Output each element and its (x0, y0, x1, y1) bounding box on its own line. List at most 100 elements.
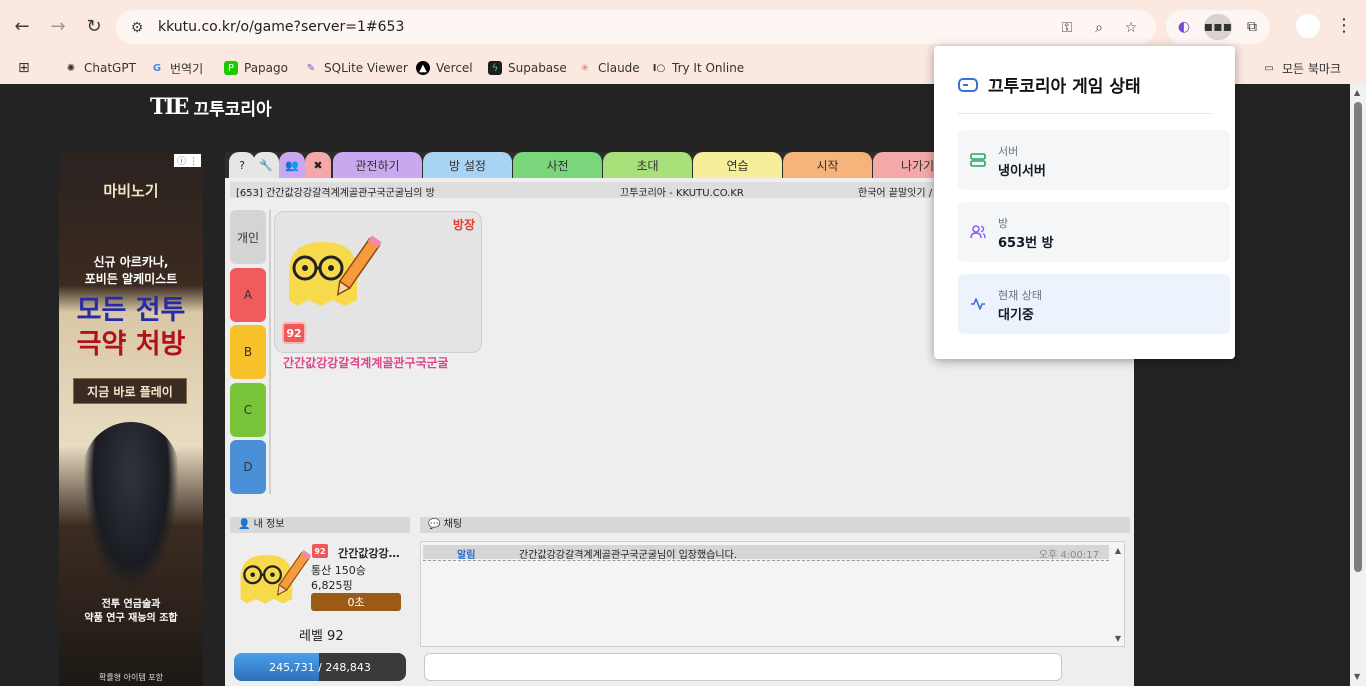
tab-practice[interactable]: 연습 (693, 152, 782, 178)
player-avatar (289, 235, 382, 306)
ad-caption-line: 약품 연구 재능의 조합 (84, 613, 178, 624)
popup-title-text: 끄투코리아 게임 상태 (988, 77, 1141, 97)
block-user-icon[interactable]: ✖ (305, 152, 331, 178)
bookmark-tio[interactable]: I○ Try It Online (652, 57, 744, 79)
chat-scroll-down-icon[interactable]: ▼ (1115, 634, 1121, 643)
profile-avatar[interactable] (1296, 14, 1320, 38)
chat-divider (423, 560, 1109, 561)
address-bar[interactable]: ⚙ kkutu.co.kr/o/game?server=1#653 ⚿ ⌕ ☆ (116, 10, 1156, 44)
scroll-down-icon[interactable]: ▼ (1354, 672, 1360, 681)
apps-grid-icon[interactable]: ⊞ (18, 57, 30, 79)
popup-title: 끄투코리아 게임 상태 (958, 72, 1141, 97)
advertisement-banner[interactable]: ⓘ ⋮ 마비노기 신규 아르카나, 포비든 알케미스트 모든 전투 극약 처방 … (59, 152, 203, 686)
zoom-icon[interactable]: ⌕ (1090, 19, 1108, 37)
back-arrow-icon[interactable]: ← (10, 14, 34, 38)
tab-start[interactable]: 시작 (783, 152, 872, 178)
forward-arrow-icon[interactable]: → (46, 14, 70, 38)
my-points: 6,825핑 (311, 579, 353, 592)
my-wins: 통산 150승 (311, 564, 366, 577)
exp-text: 245,731 / 248,843 (269, 660, 371, 674)
room-value: 653번 방 (998, 236, 1054, 251)
bookmark-star-icon[interactable]: ☆ (1122, 19, 1140, 37)
bookmark-papago[interactable]: P Papago (224, 57, 288, 79)
person-icon: 👤 (238, 519, 254, 530)
papago-icon: P (224, 61, 238, 75)
extension-c-icon[interactable]: ◐ (1170, 14, 1198, 40)
gamepad-icon (958, 77, 978, 92)
reload-icon[interactable]: ↻ (82, 14, 106, 38)
player-level-badge: 92 (282, 322, 306, 344)
team-d[interactable]: D (230, 440, 266, 494)
host-tag: 방장 (452, 218, 475, 232)
bookmark-label: Vercel (436, 61, 473, 75)
extensions-area: ◐ ▪▪▪ ⧉ (1166, 10, 1270, 44)
claude-icon: ✳ (580, 62, 590, 74)
bookmark-claude[interactable]: ✳ Claude (578, 57, 640, 79)
site-info-icon[interactable]: ⚙ (128, 19, 146, 37)
ad-title-line: 극약 처방 (76, 329, 186, 360)
tab-dictionary[interactable]: 사전 (513, 152, 602, 178)
status-card: 현재 상태 대기중 (958, 274, 1230, 334)
site-logo[interactable]: TIE 끄투코리아 (150, 94, 272, 120)
supabase-icon: ϟ (488, 61, 502, 75)
room-card: 방 653번 방 (958, 202, 1230, 262)
tab-spectate[interactable]: 관전하기 (333, 152, 422, 178)
friends-icon[interactable]: 👥 (279, 152, 305, 178)
help-icon[interactable]: ? (229, 152, 255, 178)
room-title: [653] 간간값강강갈격계계골관구국군굴님의 방 (236, 188, 435, 199)
tab-room-settings[interactable]: 방 설정 (423, 152, 512, 178)
team-c[interactable]: C (230, 383, 266, 437)
chat-bubble-icon: 💬 (428, 519, 444, 530)
bookmark-chatgpt[interactable]: ✺ ChatGPT (64, 57, 136, 79)
ad-footer: 확률형 아이템 포함 (99, 673, 163, 682)
bookmark-label: ChatGPT (84, 61, 136, 75)
scrollbar-thumb[interactable] (1354, 102, 1362, 572)
chat-input[interactable] (424, 653, 1062, 681)
team-a[interactable]: A (230, 268, 266, 322)
bookmark-translator[interactable]: G 번역기 (150, 57, 203, 79)
chat-panel: 💬 채팅 알림 간간값강강갈격계계골관구국군굴님이 입장했습니다. 오후 4:0… (420, 517, 1130, 686)
all-bookmarks-button[interactable]: ▭ 모든 북마크 (1262, 57, 1341, 79)
room-label: 방 (998, 217, 1009, 230)
chat-message-text: 간간값강강갈격계계골관구국군굴님이 입장했습니다. (519, 550, 737, 561)
server-card: 서버 냉이서버 (958, 130, 1230, 190)
chat-log[interactable]: 알림 간간값강강갈격계계골관구국군굴님이 입장했습니다. 오후 4:00:17 … (420, 541, 1125, 647)
puzzle-icon[interactable]: ⧉ (1238, 14, 1266, 40)
my-money: 0초 (311, 593, 401, 611)
ad-title: 모든 전투 극약 처방 (59, 294, 203, 362)
chat-message-time: 오후 4:00:17 (1038, 550, 1099, 561)
key-icon[interactable]: ⚿ (1058, 19, 1076, 37)
ad-info-icon[interactable]: ⓘ ⋮ (174, 154, 201, 167)
my-info-panel: 👤 내 정보 92 간간값강강갈격계계골관구국군굴 통산 150승 6,825핑… (230, 517, 410, 681)
ad-brand: 마비노기 (103, 182, 159, 200)
ad-title-line: 모든 전투 (76, 295, 186, 326)
bookmark-sqlite[interactable]: ✎ SQLite Viewer (304, 57, 408, 79)
scroll-up-icon[interactable]: ▲ (1354, 88, 1360, 97)
logo-mark: TIE (150, 94, 189, 120)
team-solo[interactable]: 개인 (230, 210, 266, 264)
tab-invite[interactable]: 초대 (603, 152, 692, 178)
ad-caption: 전투 연금술과 약품 연구 재능의 조합 (59, 598, 203, 626)
url-text[interactable]: kkutu.co.kr/o/game?server=1#653 (158, 19, 404, 35)
ad-caption-line: 전투 연금술과 (101, 599, 161, 610)
ad-play-button[interactable]: 지금 바로 플레이 (73, 378, 187, 404)
browser-menu-icon[interactable]: ⋮ (1334, 14, 1354, 38)
page-scrollbar[interactable]: ▲ ▼ (1350, 84, 1366, 686)
exp-bar: 245,731 / 248,843 (234, 653, 406, 681)
bookmark-supabase[interactable]: ϟ Supabase (488, 57, 567, 79)
chat-message: 알림 간간값강강갈격계계골관구국군굴님이 입장했습니다. 오후 4:00:17 (423, 545, 1109, 561)
player-card[interactable]: 방장 92 (274, 211, 482, 353)
extension-menu-icon[interactable]: ▪▪▪ (1204, 14, 1232, 40)
team-b[interactable]: B (230, 325, 266, 379)
sqlite-icon: ✎ (306, 62, 316, 74)
chat-scroll-up-icon[interactable]: ▲ (1115, 546, 1121, 555)
ad-subtitle-line: 신규 아르카나, (93, 255, 169, 269)
game-mode: 한국어 끝말잇기 / 단 (858, 188, 945, 199)
popup-divider (958, 113, 1212, 114)
bookmark-vercel[interactable]: ▲ Vercel (416, 57, 473, 79)
bookmark-label: 번역기 (170, 61, 204, 76)
server-icon (970, 152, 986, 168)
ad-subtitle: 신규 아르카나, 포비든 알케미스트 (59, 254, 203, 288)
google-icon: G (152, 62, 162, 74)
settings-wrench-icon[interactable]: 🔧 (253, 152, 279, 178)
